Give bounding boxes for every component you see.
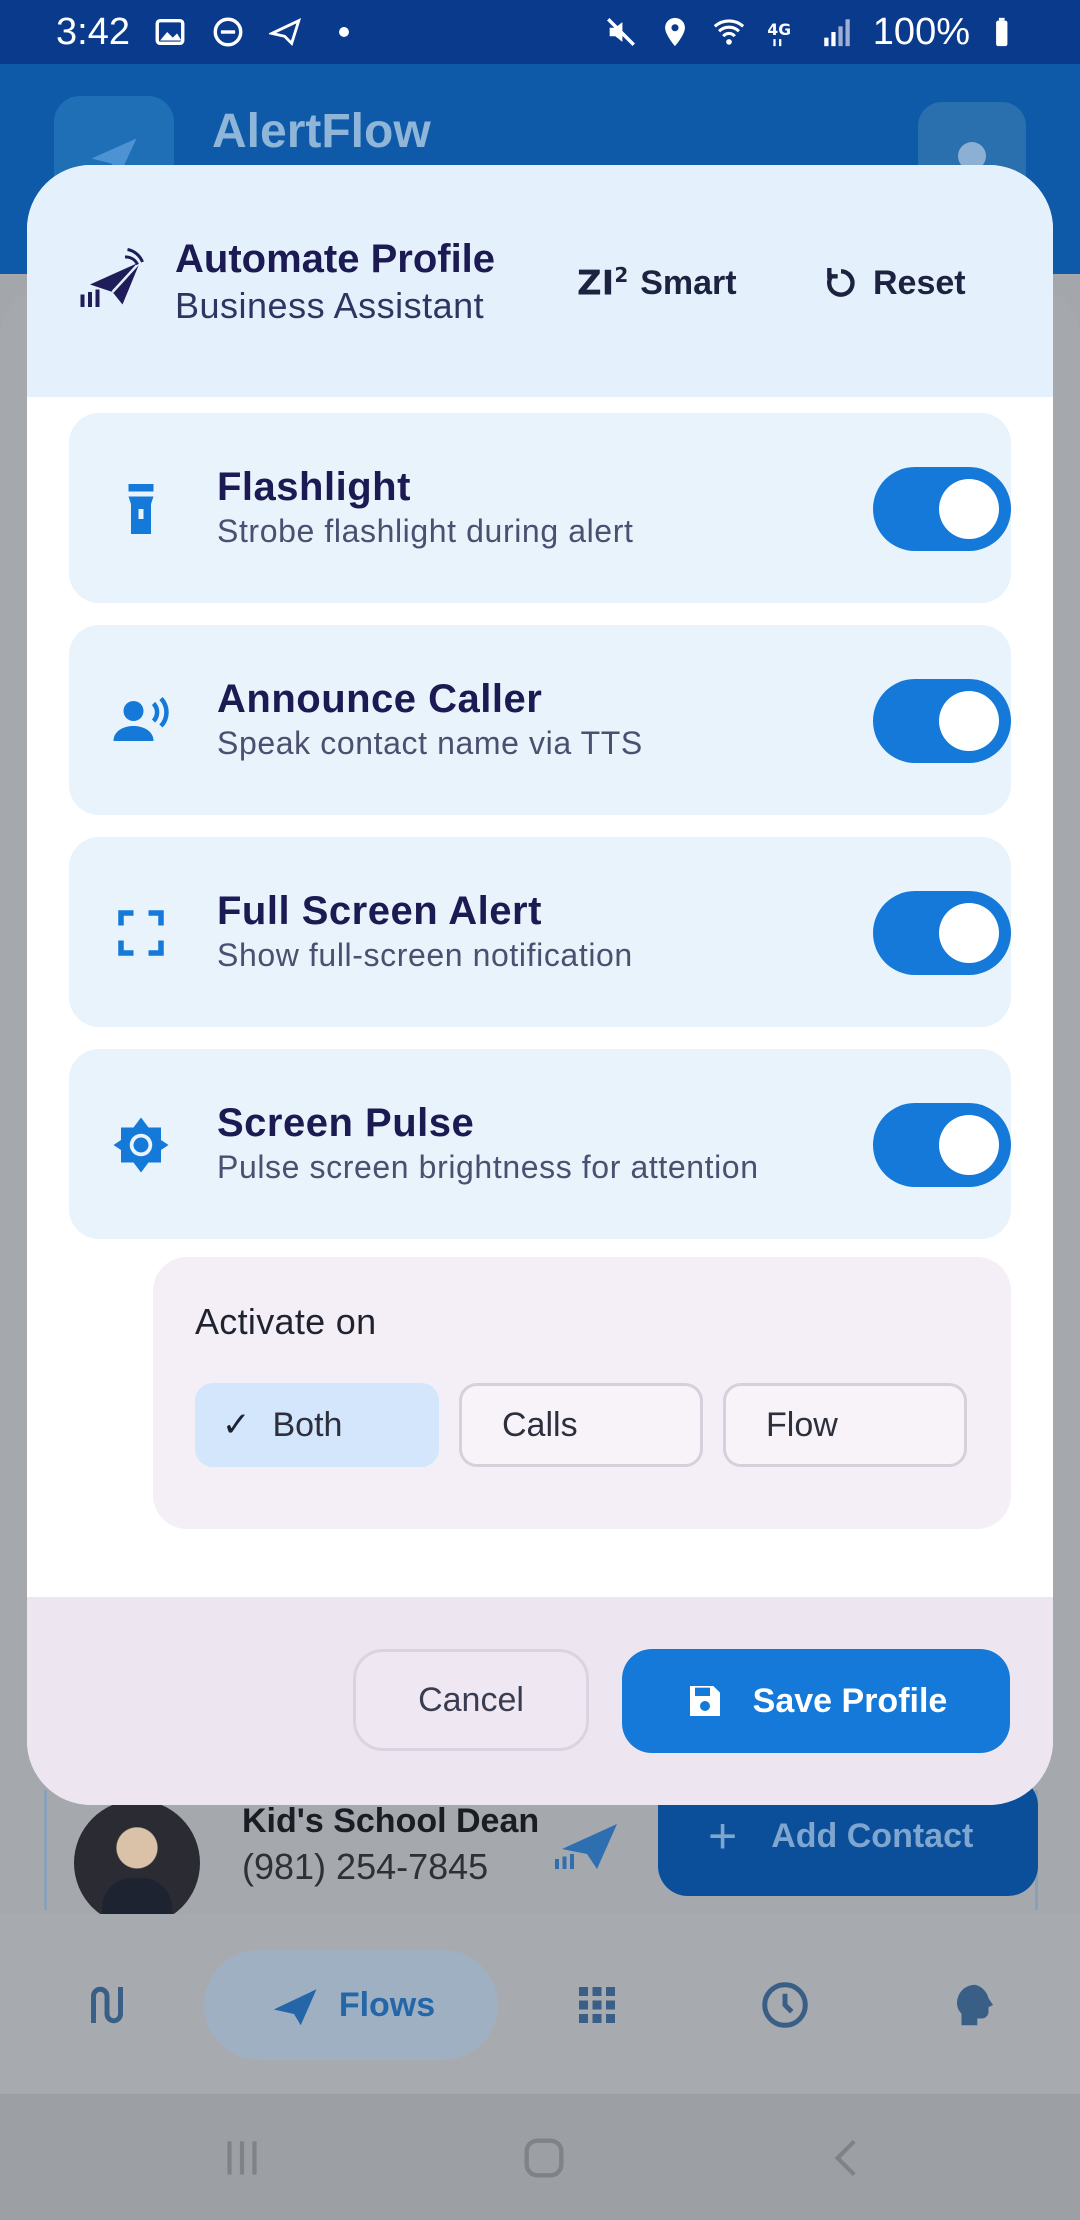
save-profile-label: Save Profile: [752, 1681, 948, 1720]
activate-option-both[interactable]: ✓ Both: [195, 1383, 439, 1467]
feature-card-screen-pulse: Screen Pulse Pulse screen brightness for…: [69, 1049, 1011, 1239]
app-title: AlertFlow: [212, 105, 431, 158]
contact-phone: (981) 254-7845: [242, 1846, 489, 1887]
gallery-icon: [152, 14, 188, 50]
dialog-subtitle: Business Assistant: [175, 285, 485, 326]
feature-card-full-screen-alert: Full Screen Alert Show full-screen notif…: [69, 837, 1011, 1027]
plane-app-icon: [268, 14, 304, 50]
feature-card-flashlight: Flashlight Strobe flashlight during aler…: [69, 413, 1011, 603]
feature-title: Full Screen Alert: [217, 889, 542, 933]
toggle-knob: [939, 691, 999, 751]
reset-icon: [827, 268, 855, 297]
feature-description: Show full-screen notification: [217, 937, 633, 973]
flashlight-icon: [109, 477, 173, 541]
bottom-navigation: [0, 1914, 1080, 2094]
option-label: Both: [272, 1405, 343, 1444]
svg-text:4G: 4G: [767, 21, 791, 39]
avatar: [74, 1800, 200, 1926]
battery-level: 100%: [872, 10, 970, 53]
option-label: Flow: [766, 1405, 838, 1444]
lte-icon: 4G: [765, 14, 801, 50]
activate-option-flow[interactable]: Flow: [723, 1383, 967, 1467]
flashlight-toggle[interactable]: [873, 467, 1011, 551]
battery-icon: [988, 14, 1024, 50]
feature-description: Speak contact name via TTS: [217, 725, 643, 761]
back-icon[interactable]: [818, 2128, 878, 2188]
save-icon: [689, 1686, 720, 1716]
feature-title: Flashlight: [217, 465, 411, 509]
dialog-footer: Cancel Save Profile: [27, 1597, 1053, 1805]
dot-icon: [326, 14, 362, 50]
toggle-knob: [939, 479, 999, 539]
feature-description: Strobe flashlight during alert: [217, 513, 634, 549]
status-time: 3:42: [56, 10, 130, 53]
paper-plane-icon: [75, 247, 145, 317]
automate-profile-dialog: Automate Profile Business Assistant ZI2 …: [27, 165, 1053, 1805]
location-icon: [657, 14, 693, 50]
option-label: Calls: [502, 1405, 578, 1444]
nav-grid-icon[interactable]: [542, 1950, 652, 2060]
dialog-title: Automate Profile: [175, 237, 496, 281]
wifi-icon: [711, 14, 747, 50]
contact-name: Kid's School Dean: [242, 1802, 540, 1840]
smart-label: Smart: [640, 263, 737, 302]
paper-plane-icon: [273, 1989, 317, 2026]
cancel-button[interactable]: Cancel: [353, 1649, 589, 1751]
nav-profile-icon[interactable]: [920, 1950, 1030, 2060]
feature-card-announce-caller: Announce Caller Speak contact name via T…: [69, 625, 1011, 815]
announce-caller-toggle[interactable]: [873, 679, 1011, 763]
reset-button[interactable]: Reset: [821, 255, 966, 311]
feature-description: Pulse screen brightness for attention: [217, 1149, 759, 1185]
dnd-icon: [210, 14, 246, 50]
dialog-header: Automate Profile Business Assistant ZI2 …: [27, 165, 1053, 397]
nav-flows-label: Flows: [338, 1985, 436, 2024]
feature-title: Announce Caller: [217, 677, 543, 721]
activate-option-calls[interactable]: Calls: [459, 1383, 703, 1467]
paper-plane-icon[interactable]: [552, 1814, 622, 1874]
check-icon: ✓: [222, 1406, 251, 1444]
add-contact-label: Add Contact: [771, 1816, 974, 1855]
feature-title: Screen Pulse: [217, 1101, 475, 1145]
toggle-knob: [939, 903, 999, 963]
brightness-icon: [109, 1113, 173, 1177]
toggle-knob: [939, 1115, 999, 1175]
smart-zi-icon: ZI2: [577, 262, 629, 304]
screen-pulse-toggle[interactable]: [873, 1103, 1011, 1187]
speaker-person-icon: [109, 689, 173, 753]
fullscreen-icon: [109, 901, 173, 965]
signal-icon: [819, 14, 855, 50]
nav-routes-icon[interactable]: [52, 1950, 162, 2060]
reset-label: Reset: [873, 263, 966, 302]
recents-icon[interactable]: [212, 2128, 272, 2188]
status-bar: 3:42 4G 100%: [0, 0, 1080, 64]
home-icon[interactable]: [514, 2128, 574, 2188]
nav-flows[interactable]: Flows: [204, 1950, 498, 2060]
nav-history-icon[interactable]: [730, 1950, 840, 2060]
save-profile-button[interactable]: Save Profile: [622, 1649, 1010, 1753]
plus-icon: +: [708, 1808, 738, 1864]
activate-on-label: Activate on: [195, 1301, 377, 1342]
full-screen-alert-toggle[interactable]: [873, 891, 1011, 975]
activate-on-panel: Activate on ✓ Both Calls Flow: [153, 1257, 1011, 1529]
mute-icon: [603, 14, 639, 50]
smart-button[interactable]: ZI2 Smart: [577, 255, 737, 311]
